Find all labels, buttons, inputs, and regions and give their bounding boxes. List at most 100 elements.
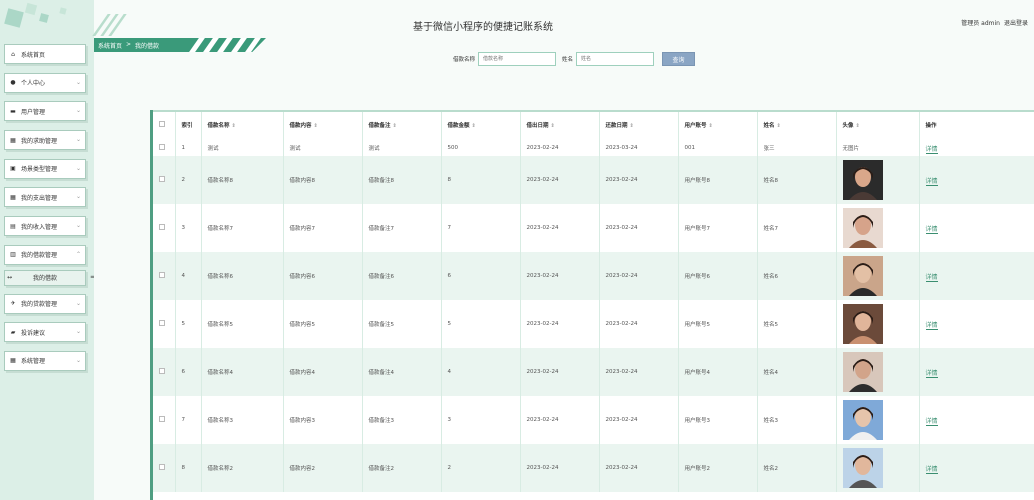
column-header[interactable]: 头像 ⇕ [836, 110, 920, 140]
row-checkbox[interactable] [159, 176, 165, 182]
detail-link[interactable]: 详情 [925, 145, 938, 154]
cell-action: 详情 [919, 444, 1034, 492]
sort-icon[interactable]: ⇕ [551, 123, 555, 129]
cell-amount: 500 [441, 140, 521, 156]
sidebar-item-folder[interactable]: ▰ 投诉建议 ⌄ [4, 322, 86, 343]
cell-repay-date: 2023-02-24 [599, 252, 679, 300]
column-header[interactable]: 还款日期 ⇕ [599, 110, 679, 140]
sidebar-item-plane[interactable]: ✈ 我的贷款管理 ⌄ [4, 293, 86, 314]
cell-avatar [836, 156, 920, 204]
detail-link[interactable]: 详情 [925, 465, 938, 474]
cell-out-date: 2023-02-24 [520, 252, 600, 300]
cell-avatar [836, 204, 920, 252]
sort-icon[interactable]: ⇕ [314, 123, 318, 129]
cell-amount: 2 [441, 444, 521, 492]
sidebar-item-label: 我的支出管理 [21, 194, 58, 202]
row-checkbox[interactable] [159, 144, 165, 150]
cell-person: 张三 [757, 140, 837, 156]
sidebar-item-label: 我的求助管理 [21, 137, 58, 145]
cell-out-date: 2023-02-24 [520, 348, 600, 396]
user-icon: ● [10, 79, 16, 87]
chevron-down-icon: ⌄ [75, 107, 81, 115]
sidebar-item-bag[interactable]: ▥ 我的借款管理 ⌃ [4, 244, 86, 265]
column-header-label: 操作 [925, 123, 937, 129]
sidebar-item-home[interactable]: ⌂ 系统首页 [4, 44, 86, 64]
cell-index: 3 [175, 204, 202, 252]
cell-action: 详情 [919, 156, 1034, 204]
sidebar-item-grid[interactable]: ▦ 我的求助管理 ⌄ [4, 130, 86, 151]
column-header[interactable]: 借出日期 ⇕ [520, 110, 600, 140]
search-name-input[interactable] [478, 52, 557, 66]
select-all-checkbox[interactable] [159, 121, 165, 127]
cell-index: 2 [175, 156, 202, 204]
cell-content: 借款内容2 [283, 444, 363, 492]
sort-icon[interactable]: ⇕ [232, 123, 236, 129]
column-header[interactable]: 借款名称 ⇕ [201, 110, 284, 140]
sort-icon[interactable]: ⇕ [709, 123, 713, 129]
cell-person: 姓名6 [757, 252, 837, 300]
detail-link[interactable]: 详情 [925, 417, 938, 426]
chevron-down-icon: ⌄ [75, 78, 81, 86]
detail-link[interactable]: 详情 [925, 225, 938, 234]
cell-name: 测试 [201, 140, 284, 156]
sidebar-item-label: 个人中心 [21, 80, 46, 88]
row-checkbox[interactable] [159, 416, 165, 422]
bag-icon: ▥ [10, 251, 16, 259]
table-row: 8 借款名称2 借款内容2 借款备注2 2 2023-02-24 2023-02-24 用户账… [153, 444, 1034, 492]
breadcrumb-home[interactable]: 系统首页 [98, 41, 122, 50]
cell-person: 姓名3 [757, 396, 837, 444]
column-header[interactable]: 索引 [175, 110, 202, 140]
column-header-label: 借款名称 [207, 123, 230, 129]
logout-link[interactable]: 退出登录 [1004, 18, 1028, 27]
page-title: 基于微信小程序的便捷记账系统 [413, 22, 553, 33]
cell-content: 借款内容3 [283, 396, 363, 444]
column-header[interactable]: 用户账号 ⇕ [678, 110, 758, 140]
sort-icon[interactable]: ⇕ [630, 123, 634, 129]
detail-link[interactable]: 详情 [925, 321, 938, 330]
cell-amount: 5 [441, 300, 521, 348]
sidebar-item-grid[interactable]: ▦ 系统管理 ⌄ [4, 350, 86, 371]
cell-person: 姓名7 [757, 204, 837, 252]
sidebar-item-card[interactable]: ▣ 场景类型管理 ⌄ [4, 158, 86, 179]
cell-person: 姓名8 [757, 156, 837, 204]
column-header[interactable]: 借款备注 ⇕ [362, 110, 442, 140]
row-checkbox[interactable] [159, 224, 165, 230]
detail-link[interactable]: 详情 [925, 177, 938, 186]
sidebar-subitem-my-loans[interactable]: ↔ 我的借款 ═ [4, 269, 94, 286]
detail-link[interactable]: 详情 [925, 369, 938, 378]
cell-content: 借款内容8 [283, 156, 363, 204]
sort-icon[interactable]: ⇕ [472, 123, 476, 129]
cell-remark: 借款备注8 [362, 156, 442, 204]
chevron-down-icon: ⌄ [75, 222, 81, 230]
sort-icon[interactable]: ⇕ [856, 123, 860, 129]
avatar-image [842, 304, 883, 344]
sidebar-item-doc[interactable]: ▤ 我的收入管理 ⌄ [4, 216, 86, 237]
sidebar: ⌂ 系统首页 ● 个人中心 ⌄ ▬ 用户管理 ⌄ ▦ 我的求助管理 ⌄ ▣ 场景类型管理 ⌄ ▦ 我的支出管理… [0, 0, 94, 500]
row-checkbox[interactable] [159, 464, 165, 470]
cell-name: 借款名称7 [201, 204, 284, 252]
sidebar-item-user[interactable]: ● 个人中心 ⌄ [4, 72, 86, 93]
row-checkbox[interactable] [159, 320, 165, 326]
cell-index: 1 [175, 140, 202, 156]
cell-name: 借款名称2 [201, 444, 284, 492]
row-checkbox[interactable] [159, 272, 165, 278]
search-person-input[interactable] [576, 52, 655, 66]
row-select-cell [153, 396, 176, 444]
cell-amount: 8 [441, 156, 521, 204]
sidebar-menu: ⌂ 系统首页 ● 个人中心 ⌄ ▬ 用户管理 ⌄ ▦ 我的求助管理 ⌄ ▣ 场景类型管理 ⌄ ▦ 我的支出管理… [4, 44, 94, 380]
column-header[interactable]: 借款金额 ⇕ [441, 110, 521, 140]
column-header[interactable]: 操作 [919, 110, 1034, 140]
column-header[interactable]: 借款内容 ⇕ [283, 110, 363, 140]
cell-account: 用户账号8 [678, 156, 758, 204]
cell-repay-date: 2023-02-24 [599, 444, 679, 492]
column-header[interactable]: 姓名 ⇕ [757, 110, 837, 140]
sidebar-item-grid[interactable]: ▦ 我的支出管理 ⌄ [4, 187, 86, 208]
search-button[interactable]: 查询 [662, 52, 696, 66]
detail-link[interactable]: 详情 [925, 273, 938, 282]
breadcrumb-current: 我的借款 [135, 43, 160, 50]
row-checkbox[interactable] [159, 368, 165, 374]
folder-icon: ▰ [10, 328, 16, 336]
sidebar-item-briefcase[interactable]: ▬ 用户管理 ⌄ [4, 101, 86, 122]
sort-icon[interactable]: ⇕ [393, 123, 397, 129]
sort-icon[interactable]: ⇕ [777, 123, 781, 129]
